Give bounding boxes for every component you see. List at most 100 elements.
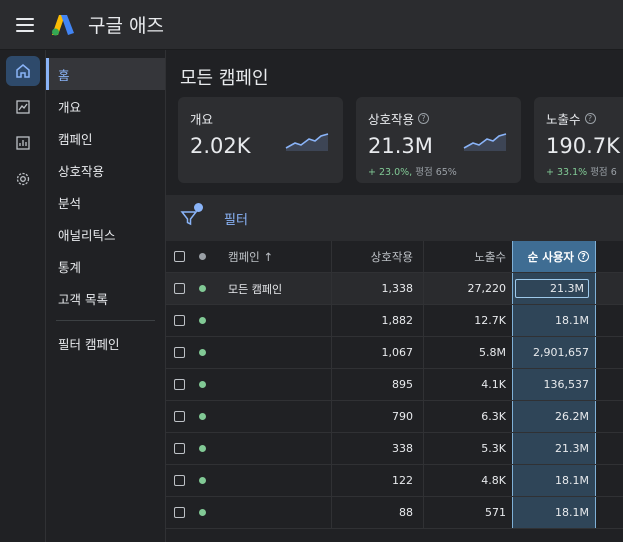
- column-header-impressions[interactable]: 노출수: [424, 241, 512, 272]
- row-checkbox[interactable]: [173, 475, 185, 486]
- rail-report[interactable]: [6, 128, 40, 158]
- users-cell: 18.1M: [512, 497, 596, 528]
- nav-item-statistics[interactable]: 통계: [46, 250, 165, 282]
- column-header-users[interactable]: 순 사용자 ?: [512, 241, 596, 272]
- nav-item-customer-list[interactable]: 고객 목록: [46, 282, 165, 314]
- home-icon: [15, 64, 30, 78]
- card-value: 190.7K: [546, 134, 620, 158]
- row-checkbox[interactable]: [173, 411, 185, 422]
- google-ads-logo: [52, 14, 74, 35]
- help-icon[interactable]: ?: [584, 113, 596, 124]
- table-row[interactable]: 122 4.8K 18.1M: [166, 465, 623, 497]
- status-dot: [198, 413, 206, 420]
- filter-label[interactable]: 필터: [224, 209, 248, 228]
- nav-item-analysis[interactable]: 분석: [46, 186, 165, 218]
- select-all-checkbox[interactable]: [173, 251, 185, 262]
- filter-active-dot: [194, 203, 203, 212]
- app-title: 구글 애즈: [88, 15, 164, 37]
- campaign-name[interactable]: [212, 401, 332, 432]
- help-icon[interactable]: ?: [578, 251, 589, 262]
- status-dot: [198, 349, 206, 356]
- summary-card-impressions[interactable]: 노출수? 190.7K + 33.1% 평점 6: [534, 97, 623, 183]
- nav-item-filter-campaigns[interactable]: 필터 캠페인: [46, 327, 165, 359]
- top-bar: 구글 애즈: [0, 0, 623, 50]
- users-cell-selected[interactable]: 21.3M: [515, 279, 589, 298]
- status-dot: [198, 317, 206, 324]
- table-row[interactable]: 1,882 12.7K 18.1M: [166, 305, 623, 337]
- users-cell: 18.1M: [512, 305, 596, 336]
- card-label: 개요: [190, 112, 214, 127]
- filter-icon: [180, 211, 198, 226]
- help-icon[interactable]: ?: [418, 113, 430, 124]
- icon-rail: [0, 50, 46, 542]
- table-row[interactable]: 790 6.3K 26.2M: [166, 401, 623, 433]
- interactions-cell: 1,882: [332, 305, 424, 336]
- status-dot: [198, 445, 206, 452]
- campaign-name[interactable]: [212, 465, 332, 496]
- gear-icon: [16, 172, 29, 186]
- table-row[interactable]: 모든 캠페인 1,338 27,220 21.3M: [166, 273, 623, 305]
- card-change: + 33.1% 평점 6: [546, 167, 617, 178]
- impressions-cell: 5.3K: [481, 442, 506, 455]
- table-row[interactable]: 338 5.3K 21.3M: [166, 433, 623, 465]
- row-checkbox[interactable]: [173, 315, 185, 326]
- impressions-cell: 4.8K: [481, 474, 506, 487]
- users-cell: 2,901,657: [512, 337, 596, 368]
- table-row[interactable]: 895 4.1K 136,537: [166, 369, 623, 401]
- filter-button[interactable]: [180, 203, 203, 227]
- campaign-name[interactable]: [212, 433, 332, 464]
- impressions-cell: 12.7K: [474, 314, 506, 327]
- nav-item-interactions[interactable]: 상호작용: [46, 154, 165, 186]
- summary-card-overview[interactable]: 개요 2.02K: [178, 97, 343, 183]
- left-nav: 홈 개요 캠페인 상호작용 분석 애널리틱스 통계 고객 목록 필터 캠페인: [46, 50, 166, 542]
- interactions-cell: 88: [332, 497, 424, 528]
- chart-icon: [15, 100, 30, 114]
- table-row[interactable]: 1,067 5.8M 2,901,657: [166, 337, 623, 369]
- campaign-name[interactable]: [212, 337, 332, 368]
- main-content: 모든 캠페인 개요 2.02K 상호작용? 21.3M + 23.0%, 평점 …: [166, 50, 623, 542]
- impressions-cell: 6.3K: [481, 410, 506, 423]
- row-checkbox[interactable]: [173, 443, 185, 454]
- impressions-cell: 4.1K: [481, 378, 506, 391]
- table-header: 캠페인 ↑ 상호작용 노출수 순 사용자 ?: [166, 241, 623, 273]
- filter-bar: 필터: [166, 195, 623, 241]
- row-checkbox[interactable]: [173, 379, 185, 390]
- campaign-table: 캠페인 ↑ 상호작용 노출수 순 사용자 ? 모든 캠페인 1,338 27,2…: [166, 241, 623, 529]
- sparkline-icon: [463, 133, 507, 151]
- status-header-dot: [198, 253, 206, 260]
- menu-icon[interactable]: [16, 17, 34, 32]
- table-row[interactable]: 88 571 18.1M: [166, 497, 623, 529]
- row-checkbox[interactable]: [173, 507, 185, 518]
- status-dot: [198, 285, 206, 292]
- row-checkbox[interactable]: [173, 283, 185, 294]
- nav-item-campaigns[interactable]: 캠페인: [46, 122, 165, 154]
- rail-chart[interactable]: [6, 92, 40, 122]
- interactions-cell: 1,067: [332, 337, 424, 368]
- campaign-name[interactable]: [212, 305, 332, 336]
- status-dot: [198, 477, 206, 484]
- row-checkbox[interactable]: [173, 347, 185, 358]
- card-label: 노출수: [546, 112, 581, 127]
- report-icon: [15, 136, 30, 150]
- interactions-cell: 122: [332, 465, 424, 496]
- card-label: 상호작용: [368, 112, 415, 127]
- rail-settings[interactable]: [6, 164, 40, 194]
- campaign-name[interactable]: [212, 497, 332, 528]
- campaign-name[interactable]: 모든 캠페인: [212, 273, 332, 304]
- users-cell: 21.3M: [512, 433, 596, 464]
- summary-card-interactions[interactable]: 상호작용? 21.3M + 23.0%, 평점 65%: [356, 97, 521, 183]
- interactions-cell: 338: [332, 433, 424, 464]
- users-cell: 136,537: [512, 369, 596, 400]
- column-header-interactions[interactable]: 상호작용: [332, 241, 424, 272]
- campaign-name[interactable]: [212, 369, 332, 400]
- impressions-cell: 27,220: [467, 282, 507, 295]
- interactions-cell: 1,338: [332, 273, 424, 304]
- nav-item-analytics[interactable]: 애널리틱스: [46, 218, 165, 250]
- impressions-cell: 5.8M: [479, 346, 506, 359]
- nav-item-overview[interactable]: 개요: [46, 90, 165, 122]
- rail-home[interactable]: [5, 56, 40, 86]
- nav-divider: [56, 320, 155, 321]
- column-header-campaign[interactable]: 캠페인 ↑: [212, 241, 332, 272]
- users-cell: 26.2M: [512, 401, 596, 432]
- nav-item-home[interactable]: 홈: [46, 58, 165, 90]
